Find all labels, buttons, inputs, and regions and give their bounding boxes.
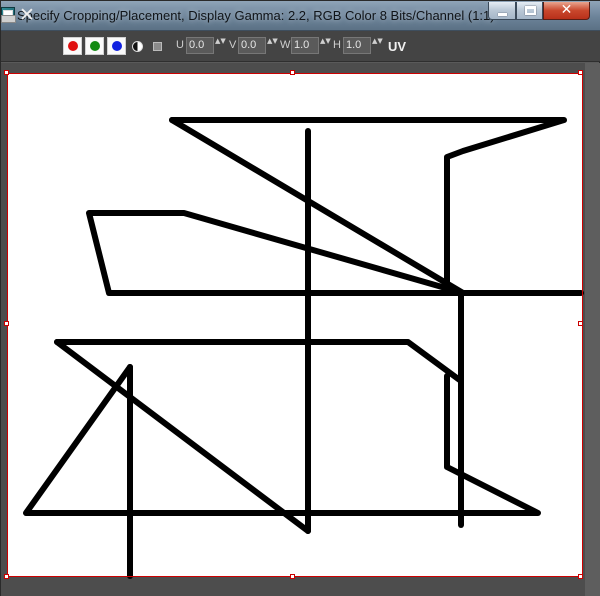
red-channel-button[interactable] — [63, 37, 82, 55]
v-label: V — [229, 39, 237, 51]
maximize-icon — [525, 6, 536, 15]
blue-channel-button[interactable] — [107, 37, 126, 55]
v-spinner[interactable]: ▲▼ — [267, 37, 278, 54]
maximize-button[interactable] — [516, 2, 543, 20]
crop-handle-top[interactable] — [290, 70, 295, 75]
uv-toggle[interactable]: UV — [388, 39, 406, 54]
crop-handle-left[interactable] — [4, 321, 9, 326]
window-right-border — [585, 63, 600, 596]
print-icon[interactable] — [1, 10, 16, 23]
clear-icon[interactable]: ✕ — [19, 5, 35, 25]
monochrome-icon[interactable] — [132, 41, 143, 52]
w-spinner[interactable]: ▲▼ — [320, 37, 331, 54]
crop-handle-top-right[interactable] — [578, 70, 583, 75]
diagonal-stroke-1 — [169, 117, 466, 296]
crop-handle-bottom[interactable] — [290, 574, 295, 579]
crop-handle-top-left[interactable] — [4, 70, 9, 75]
alpha-channel-icon[interactable] — [153, 42, 162, 51]
middle-shape-stroke — [54, 339, 464, 384]
crop-handle-bottom-left[interactable] — [4, 574, 9, 579]
line-drawing — [23, 117, 584, 579]
h-input[interactable]: 1.0 — [343, 37, 371, 54]
diagonal-stroke-2 — [54, 339, 311, 534]
green-channel-button[interactable] — [85, 37, 104, 55]
cropping-window: Specify Cropping/Placement, Display Gamm… — [0, 0, 600, 596]
crop-handle-bottom-right[interactable] — [578, 574, 583, 579]
left-quad-stroke — [86, 210, 466, 296]
u-spinner[interactable]: ▲▼ — [215, 37, 226, 54]
u-input[interactable]: 0.0 — [186, 37, 214, 54]
v-input[interactable]: 0.0 — [238, 37, 266, 54]
close-button[interactable]: ✕ — [543, 2, 590, 20]
green-dot-icon — [90, 41, 100, 51]
red-dot-icon — [68, 41, 78, 51]
window-title: Specify Cropping/Placement, Display Gamm… — [17, 8, 495, 23]
close-icon: ✕ — [560, 2, 573, 18]
h-label: H — [333, 39, 341, 51]
blue-dot-icon — [112, 41, 122, 51]
w-label: W — [280, 39, 291, 51]
w-input[interactable]: 1.0 — [291, 37, 319, 54]
h-spinner[interactable]: ▲▼ — [372, 37, 383, 54]
minimize-button[interactable] — [488, 2, 516, 20]
crop-handle-right[interactable] — [578, 321, 583, 326]
minimize-icon — [498, 13, 507, 16]
title-bar[interactable]: Specify Cropping/Placement, Display Gamm… — [1, 1, 600, 31]
u-label: U — [176, 39, 184, 51]
